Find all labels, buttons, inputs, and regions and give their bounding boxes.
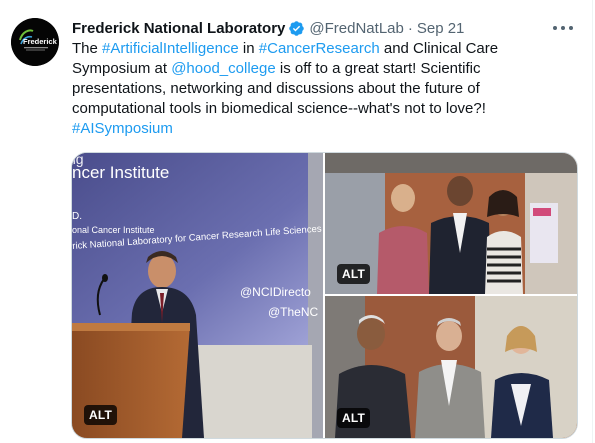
- photo-three-people-2[interactable]: ALT: [325, 296, 577, 438]
- display-name[interactable]: Frederick National Laboratory: [72, 20, 285, 37]
- slide-handle-text: @TheNC: [268, 305, 319, 319]
- media-grid: ng ncer Institute D. onal Cancer Institu…: [71, 152, 578, 439]
- hashtag-link-aisymposium[interactable]: #AISymposium: [72, 120, 173, 137]
- hashtag-link-artificialintelligence[interactable]: #ArtificialIntelligence: [102, 40, 239, 57]
- avatar[interactable]: Frederick: [11, 18, 59, 66]
- handle[interactable]: @FredNatLab: [309, 20, 403, 37]
- photo-three-people[interactable]: ALT: [325, 153, 577, 294]
- alt-badge[interactable]: ALT: [84, 405, 118, 425]
- alt-badge[interactable]: ALT: [337, 264, 371, 284]
- frederick-logo-icon: Frederick: [11, 18, 59, 66]
- slide-text-line: ncer Institute: [72, 163, 170, 182]
- timestamp[interactable]: Sep 21: [417, 20, 465, 37]
- timeline-border: [592, 0, 593, 443]
- slide-text-line: D.: [72, 211, 82, 222]
- mention-link-hood-college[interactable]: @hood_college: [171, 60, 275, 77]
- photo-speaker-podium[interactable]: ng ncer Institute D. onal Cancer Institu…: [72, 153, 323, 438]
- hashtag-link-cancerresearch[interactable]: #CancerResearch: [259, 40, 380, 57]
- more-options-icon[interactable]: [553, 20, 573, 36]
- verified-badge-icon: [289, 20, 305, 36]
- slide-text-line: onal Cancer Institute: [72, 225, 155, 235]
- slide-handle-text: @NCIDirecto: [240, 285, 311, 299]
- separator-dot: ·: [407, 19, 413, 37]
- avatar-logo-text: Frederick: [23, 37, 58, 46]
- text-segment: The: [72, 40, 103, 57]
- text-segment: in: [238, 40, 259, 57]
- tweet-header: Frederick National Laboratory @FredNatLa…: [72, 18, 571, 38]
- alt-badge[interactable]: ALT: [337, 408, 371, 428]
- tweet-text: The #ArtificialIntelligence in #CancerRe…: [72, 39, 572, 139]
